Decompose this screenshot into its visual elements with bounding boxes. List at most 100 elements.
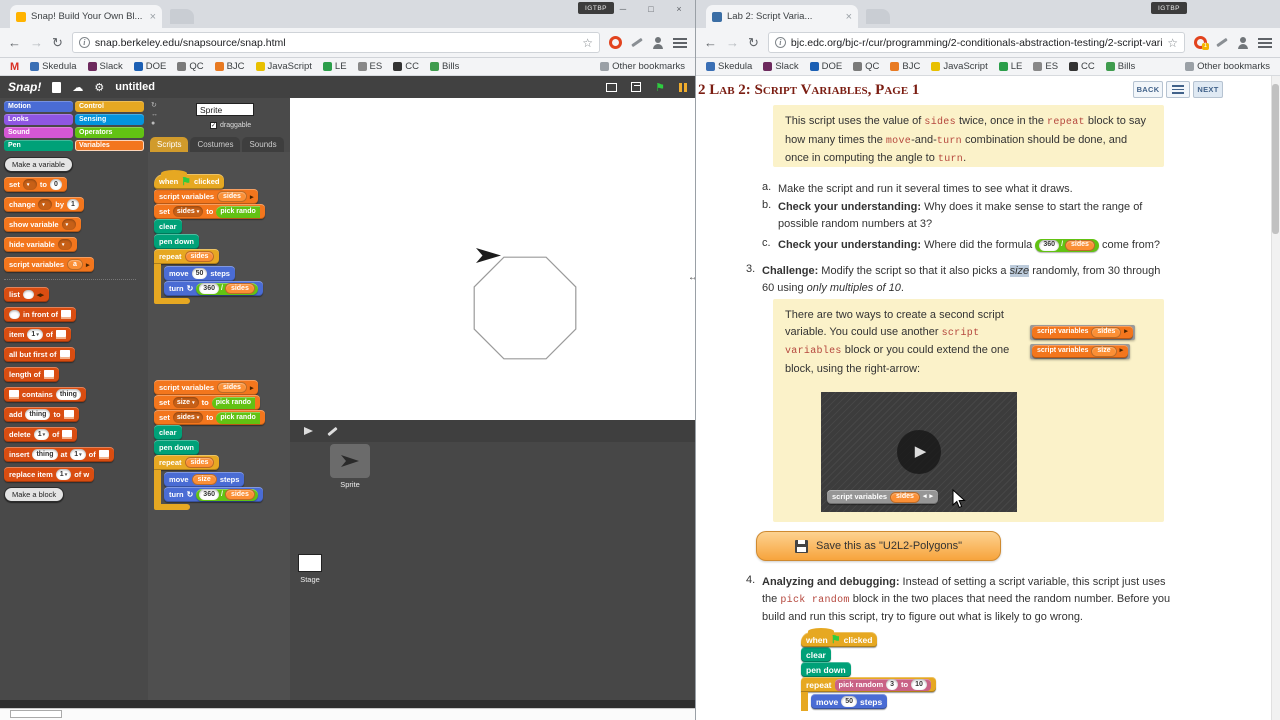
block-input[interactable]: [22, 290, 34, 299]
block-when-flag-clicked[interactable]: when ⚑ clicked: [154, 170, 225, 189]
variable-dropdown[interactable]: sides: [172, 206, 204, 217]
bookmark-javascript[interactable]: JavaScript: [255, 61, 312, 72]
sprite-name-input[interactable]: Sprite: [196, 103, 254, 116]
file-menu-icon[interactable]: [52, 81, 62, 93]
list-input-icon[interactable]: [63, 410, 74, 419]
block-delete-of-list[interactable]: delete 1 of: [4, 427, 78, 442]
stage-thumbnail[interactable]: [298, 554, 322, 572]
tab-close-icon[interactable]: ×: [846, 11, 852, 23]
url-text[interactable]: bjc.edc.org/bjc-r/cur/programming/2-cond…: [791, 37, 1162, 49]
index-dropdown[interactable]: 1: [55, 469, 72, 480]
browser-menu-icon[interactable]: [673, 37, 687, 48]
new-tab-button[interactable]: [170, 9, 194, 24]
block-division[interactable]: 360 / sides: [196, 488, 258, 501]
snap-logo[interactable]: Snap!: [8, 80, 41, 94]
block-add-to-list[interactable]: add thing to: [4, 407, 79, 422]
bookmark-star-icon[interactable]: ☆: [582, 36, 593, 50]
variable-oval[interactable]: a: [67, 259, 83, 270]
bookmark-qc[interactable]: QC: [177, 61, 204, 72]
block-turn-degrees[interactable]: turn ↻ 360 / sides: [164, 487, 263, 502]
block-in-front-of[interactable]: in front of: [4, 307, 76, 322]
bookmark-bills[interactable]: Bills: [429, 61, 459, 72]
expand-stage-icon[interactable]: [631, 82, 642, 92]
variable-oval[interactable]: sides: [224, 489, 255, 500]
bookmark-gmail[interactable]: M: [10, 61, 19, 73]
bookmark-skedula[interactable]: Skedula: [30, 61, 77, 72]
variable-oval[interactable]: sides: [217, 382, 247, 393]
video-player[interactable]: ▶ script variables sides ◂ ▸: [821, 392, 1017, 512]
profile-icon[interactable]: [652, 36, 664, 49]
tab-costumes[interactable]: Costumes: [190, 137, 241, 152]
bookmark-bjc[interactable]: BJC: [214, 61, 245, 72]
block-division[interactable]: 360 / sides: [196, 282, 258, 295]
back-page-button[interactable]: BACK: [1133, 81, 1163, 98]
url-text[interactable]: snap.berkeley.edu/snapsource/snap.html: [95, 37, 577, 49]
variable-dropdown[interactable]: sides: [172, 412, 204, 423]
make-a-block-button[interactable]: Make a block: [4, 487, 65, 502]
page-scrollbar[interactable]: [1271, 76, 1280, 720]
block-input[interactable]: 360: [199, 489, 219, 500]
bookmark-star-icon[interactable]: ☆: [1167, 36, 1178, 50]
block-input[interactable]: [9, 310, 20, 319]
address-bar[interactable]: i snap.berkeley.edu/snapsource/snap.html…: [71, 32, 600, 53]
variable-dropdown[interactable]: [38, 199, 53, 210]
horizontal-scrollbar[interactable]: [0, 700, 695, 708]
bookmark-qc[interactable]: QC: [853, 61, 879, 72]
expand-arrow-icon[interactable]: ◂▸: [37, 291, 44, 299]
back-icon[interactable]: ←: [704, 35, 717, 50]
block-replace-item[interactable]: replace item 1 of w: [4, 467, 95, 482]
bookmark-cc[interactable]: CC: [1069, 61, 1095, 72]
save-as-button[interactable]: Save this as "U2L2-Polygons": [756, 531, 1001, 561]
block-input[interactable]: 50: [191, 268, 208, 279]
list-input-icon[interactable]: [55, 330, 66, 339]
checkbox-icon[interactable]: ✓: [210, 122, 217, 129]
block-input[interactable]: 1: [67, 199, 79, 210]
block-script-variables[interactable]: script variables a ▸: [4, 257, 95, 272]
bookmark-le[interactable]: LE: [998, 61, 1022, 72]
back-icon[interactable]: ←: [8, 35, 21, 50]
other-bookmarks-button[interactable]: Other bookmarks: [600, 61, 685, 72]
bookmark-javascript[interactable]: JavaScript: [931, 61, 988, 72]
block-set-sides[interactable]: set sides to pick rando: [154, 204, 265, 219]
close-button[interactable]: ×: [665, 0, 693, 17]
scrollbar-thumb[interactable]: [1272, 84, 1279, 234]
onetab-extension-icon[interactable]: [609, 36, 622, 49]
expand-arrow-icon[interactable]: ▸: [250, 384, 254, 392]
forward-icon[interactable]: →: [30, 35, 43, 50]
extension-icon[interactable]: [1216, 37, 1228, 48]
block-pick-random[interactable]: pick rando: [216, 205, 260, 218]
list-input-icon[interactable]: [43, 370, 54, 379]
minimize-button[interactable]: ─: [609, 0, 637, 17]
block-contains[interactable]: contains thing: [4, 387, 86, 402]
tab-snap[interactable]: Snap! Build Your Own Bl... ×: [10, 5, 162, 28]
variable-oval[interactable]: size: [191, 474, 217, 485]
list-input-icon[interactable]: [59, 350, 70, 359]
variable-dropdown[interactable]: size: [172, 397, 199, 408]
list-input-icon[interactable]: [61, 310, 71, 319]
block-turn-degrees[interactable]: turn ↻ 360 / sides: [164, 281, 263, 296]
extension-icon[interactable]: [631, 37, 643, 48]
block-item-of[interactable]: item 1 of: [4, 327, 71, 342]
script-1[interactable]: when ⚑ clicked script variables sides ▸ …: [154, 170, 265, 304]
green-flag-button[interactable]: ⚑: [655, 81, 665, 94]
variable-oval[interactable]: sides: [224, 283, 255, 294]
refresh-icon[interactable]: ↻: [748, 35, 759, 51]
block-insert-at-list[interactable]: insert thing at 1 of: [4, 447, 114, 462]
pause-button[interactable]: [679, 82, 687, 92]
cloud-menu-icon[interactable]: ☁: [72, 81, 83, 94]
block-set-sides[interactable]: set sides to pick rando: [154, 410, 265, 425]
profile-icon[interactable]: [1237, 36, 1249, 49]
variable-dropdown[interactable]: [61, 219, 76, 230]
refresh-icon[interactable]: ↻: [52, 35, 63, 51]
block-length-of[interactable]: length of: [4, 367, 59, 382]
sprite-thumbnail[interactable]: [330, 444, 370, 478]
block-list[interactable]: list ◂▸: [4, 287, 49, 302]
block-input[interactable]: thing: [32, 449, 58, 460]
block-clear[interactable]: clear: [154, 219, 182, 234]
contents-menu-button[interactable]: [1166, 81, 1190, 98]
variable-dropdown[interactable]: [57, 239, 72, 250]
other-bookmarks-button[interactable]: Other bookmarks: [1185, 61, 1270, 72]
paint-sprite-icon[interactable]: [327, 426, 338, 436]
bookmark-slack[interactable]: Slack: [763, 61, 799, 72]
stage-size-icon[interactable]: [606, 82, 618, 92]
